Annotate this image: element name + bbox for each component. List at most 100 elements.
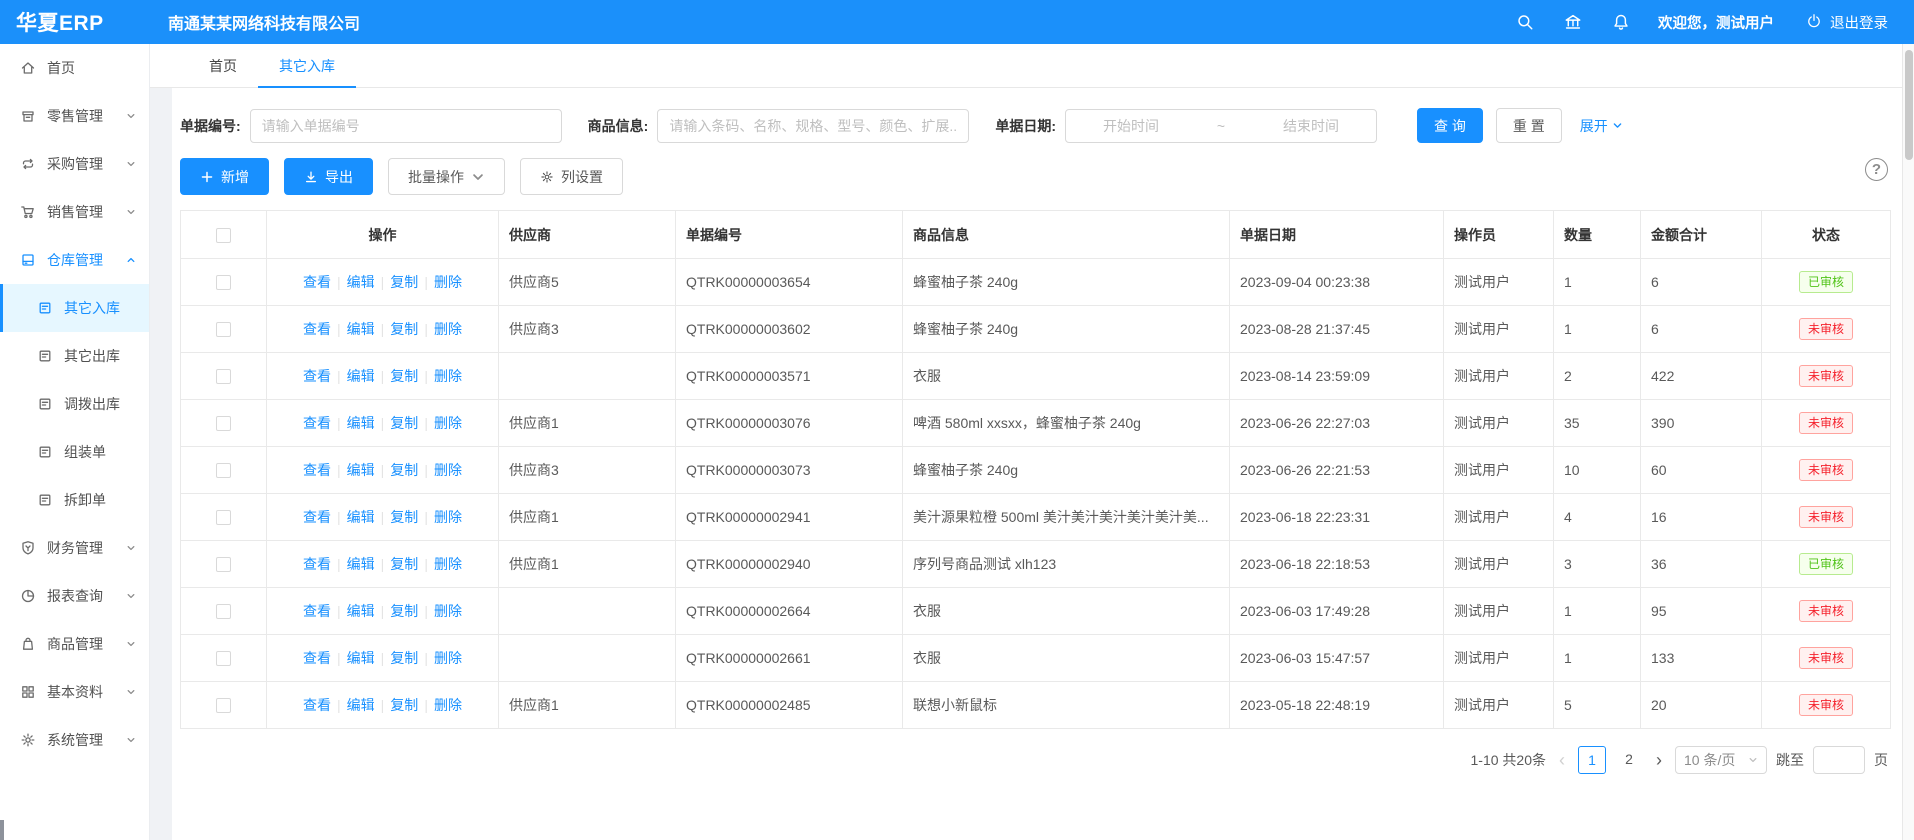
bank-icon[interactable]: [1564, 13, 1582, 31]
edit-link[interactable]: 编辑: [347, 603, 375, 619]
jump-to-input[interactable]: [1813, 746, 1865, 774]
select-all-checkbox[interactable]: [216, 228, 231, 243]
sidebar-item-retail[interactable]: 零售管理: [0, 92, 149, 140]
row-checkbox[interactable]: [216, 463, 231, 478]
view-link[interactable]: 查看: [303, 462, 331, 478]
sidebar-item-reports[interactable]: 报表查询: [0, 572, 149, 620]
sidebar-item-disassembly[interactable]: 拆卸单: [0, 476, 149, 524]
sidebar-item-other-outbound[interactable]: 其它出库: [0, 332, 149, 380]
jump-to-label: 跳至: [1776, 750, 1804, 770]
tab-home[interactable]: 首页: [188, 44, 258, 87]
row-checkbox[interactable]: [216, 604, 231, 619]
copy-link[interactable]: 复制: [390, 603, 418, 619]
row-checkbox[interactable]: [216, 275, 231, 290]
sidebar-item-other-inbound[interactable]: 其它入库: [0, 284, 149, 332]
chevron-down-icon: [1612, 120, 1623, 131]
sidebar-item-assembly[interactable]: 组装单: [0, 428, 149, 476]
cell-qty: 1: [1554, 588, 1641, 635]
page-button-1[interactable]: 1: [1578, 746, 1606, 774]
delete-link[interactable]: 删除: [434, 650, 462, 666]
sidebar-scrollbar-thumb[interactable]: [0, 820, 4, 840]
add-button[interactable]: 新增: [180, 158, 269, 195]
delete-link[interactable]: 删除: [434, 415, 462, 431]
view-link[interactable]: 查看: [303, 274, 331, 290]
view-link[interactable]: 查看: [303, 650, 331, 666]
copy-link[interactable]: 复制: [390, 697, 418, 713]
search-button[interactable]: 查 询: [1417, 108, 1483, 143]
copy-link[interactable]: 复制: [390, 509, 418, 525]
view-link[interactable]: 查看: [303, 321, 331, 337]
sidebar-item-purchase[interactable]: 采购管理: [0, 140, 149, 188]
view-link[interactable]: 查看: [303, 556, 331, 572]
edit-link[interactable]: 编辑: [347, 321, 375, 337]
gear-icon: [540, 170, 554, 184]
row-checkbox[interactable]: [216, 322, 231, 337]
delete-link[interactable]: 删除: [434, 556, 462, 572]
tab-other-inbound[interactable]: 其它入库: [258, 44, 356, 87]
row-checkbox[interactable]: [216, 416, 231, 431]
copy-link[interactable]: 复制: [390, 462, 418, 478]
sidebar-item-system[interactable]: 系统管理: [0, 716, 149, 764]
copy-link[interactable]: 复制: [390, 415, 418, 431]
page-scrollbar-thumb[interactable]: [1905, 50, 1913, 160]
row-checkbox[interactable]: [216, 698, 231, 713]
delete-link[interactable]: 删除: [434, 321, 462, 337]
help-icon[interactable]: ?: [1865, 158, 1888, 181]
edit-link[interactable]: 编辑: [347, 274, 375, 290]
edit-link[interactable]: 编辑: [347, 697, 375, 713]
delete-link[interactable]: 删除: [434, 697, 462, 713]
bell-icon[interactable]: [1612, 13, 1630, 31]
sidebar-item-finance[interactable]: 财务管理: [0, 524, 149, 572]
edit-link[interactable]: 编辑: [347, 368, 375, 384]
prev-page-button[interactable]: ‹: [1555, 747, 1569, 773]
row-select-cell: [181, 494, 267, 541]
view-link[interactable]: 查看: [303, 603, 331, 619]
edit-link[interactable]: 编辑: [347, 556, 375, 572]
sidebar-item-home[interactable]: 首页: [0, 44, 149, 92]
batch-actions-button[interactable]: 批量操作: [388, 158, 505, 195]
delete-link[interactable]: 删除: [434, 462, 462, 478]
page-button-2[interactable]: 2: [1615, 746, 1643, 774]
grid-icon: [20, 684, 36, 700]
row-checkbox[interactable]: [216, 369, 231, 384]
next-page-button[interactable]: ›: [1652, 747, 1666, 773]
copy-link[interactable]: 复制: [390, 321, 418, 337]
delete-link[interactable]: 删除: [434, 274, 462, 290]
copy-link[interactable]: 复制: [390, 368, 418, 384]
edit-link[interactable]: 编辑: [347, 650, 375, 666]
sidebar-item-sales[interactable]: 销售管理: [0, 188, 149, 236]
reset-button[interactable]: 重 置: [1496, 108, 1562, 143]
edit-link[interactable]: 编辑: [347, 462, 375, 478]
copy-link[interactable]: 复制: [390, 556, 418, 572]
page-size-select[interactable]: 10 条/页: [1675, 746, 1767, 774]
bill-no-input[interactable]: [250, 109, 562, 143]
view-link[interactable]: 查看: [303, 415, 331, 431]
sidebar-item-basic-data[interactable]: 基本资料: [0, 668, 149, 716]
delete-link[interactable]: 删除: [434, 368, 462, 384]
sidebar-item-transfer-outbound[interactable]: 调拨出库: [0, 380, 149, 428]
row-checkbox[interactable]: [216, 557, 231, 572]
cell-supplier: 供应商3: [499, 306, 676, 353]
logout-button[interactable]: 退出登录: [1806, 12, 1888, 33]
search-icon[interactable]: [1516, 13, 1534, 31]
copy-link[interactable]: 复制: [390, 650, 418, 666]
cell-status: 未审核: [1762, 306, 1891, 353]
view-link[interactable]: 查看: [303, 368, 331, 384]
column-settings-button[interactable]: 列设置: [520, 158, 623, 195]
row-checkbox[interactable]: [216, 510, 231, 525]
delete-link[interactable]: 删除: [434, 509, 462, 525]
sidebar-item-warehouse[interactable]: 仓库管理: [0, 236, 149, 284]
delete-link[interactable]: 删除: [434, 603, 462, 619]
view-link[interactable]: 查看: [303, 509, 331, 525]
date-range-picker[interactable]: 开始时间 ~ 结束时间: [1065, 109, 1377, 143]
edit-link[interactable]: 编辑: [347, 509, 375, 525]
copy-link[interactable]: 复制: [390, 274, 418, 290]
edit-link[interactable]: 编辑: [347, 415, 375, 431]
sidebar-item-goods[interactable]: 商品管理: [0, 620, 149, 668]
expand-link[interactable]: 展开: [1580, 116, 1623, 136]
product-info-input[interactable]: [657, 109, 969, 143]
row-checkbox[interactable]: [216, 651, 231, 666]
view-link[interactable]: 查看: [303, 697, 331, 713]
export-button[interactable]: 导出: [284, 158, 373, 195]
page-scrollbar[interactable]: [1902, 44, 1914, 840]
